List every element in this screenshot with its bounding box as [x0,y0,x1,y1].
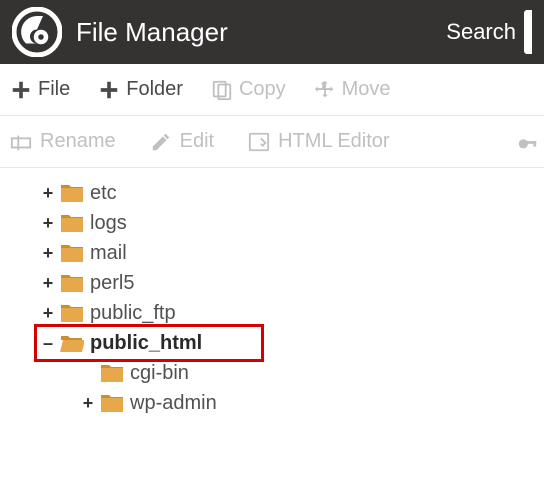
tree-item-logs[interactable]: + logs [40,208,544,238]
toolbar-secondary: Rename Edit HTML Editor [0,116,544,168]
folder-label: public_ftp [90,303,176,323]
expand-icon[interactable]: + [80,394,96,412]
copy-icon [211,79,233,101]
new-folder-label: Folder [126,78,183,101]
app-header: File Manager Search [0,0,544,64]
pencil-icon [150,131,172,153]
expand-icon[interactable]: + [40,304,56,322]
edit-label: Edit [180,130,214,153]
folder-icon [60,273,84,293]
file-tree: + etc + logs + mail + perl5 + public_ftp – public_h… [0,168,544,418]
plus-icon [98,79,120,101]
folder-label: public_html [90,333,202,353]
folder-label: perl5 [90,273,134,293]
folder-icon [60,213,84,233]
html-editor-icon [248,131,270,153]
expand-icon[interactable]: + [40,214,56,232]
tree-item-wp-admin[interactable]: + wp-admin [80,388,544,418]
move-label: Move [342,78,391,101]
tree-item-cgi-bin[interactable]: cgi-bin [80,358,544,388]
copy-button[interactable]: Copy [211,78,286,101]
folder-label: wp-admin [130,393,217,413]
folder-label: etc [90,183,117,203]
folder-icon [100,393,124,413]
new-file-button[interactable]: File [10,78,70,101]
tree-item-public-html[interactable]: – public_html [40,328,544,358]
copy-label: Copy [239,78,286,101]
tree-item-etc[interactable]: + etc [40,178,544,208]
folder-icon [60,303,84,323]
folder-icon [100,363,124,383]
key-icon [516,131,538,153]
permissions-button[interactable] [516,131,538,153]
toolbar-primary: File Folder Copy Move [0,64,544,116]
new-file-label: File [38,78,70,101]
edit-button[interactable]: Edit [150,130,214,153]
folder-icon [60,183,84,203]
expand-icon[interactable]: + [40,184,56,202]
tree-item-public-ftp[interactable]: + public_ftp [40,298,544,328]
app-title: File Manager [76,17,446,48]
new-folder-button[interactable]: Folder [98,78,183,101]
cpanel-logo-icon [12,7,62,57]
search-label[interactable]: Search [446,19,516,45]
move-button[interactable]: Move [314,78,391,101]
collapse-icon[interactable]: – [40,334,56,352]
file-tree-container: + etc + logs + mail + perl5 + public_ftp – public_h… [0,168,544,418]
expand-icon[interactable]: + [40,244,56,262]
folder-icon [60,243,84,263]
html-editor-button[interactable]: HTML Editor [248,130,390,153]
folder-label: cgi-bin [130,363,189,383]
folder-icon [60,333,84,353]
folder-label: logs [90,213,127,233]
search-input[interactable] [524,10,532,54]
expand-icon[interactable]: + [40,274,56,292]
plus-icon [10,79,32,101]
rename-button[interactable]: Rename [10,130,116,153]
html-editor-label: HTML Editor [278,130,390,153]
tree-item-perl5[interactable]: + perl5 [40,268,544,298]
tree-item-mail[interactable]: + mail [40,238,544,268]
folder-label: mail [90,243,127,263]
rename-label: Rename [40,130,116,153]
move-icon [314,79,336,101]
rename-icon [10,131,32,153]
